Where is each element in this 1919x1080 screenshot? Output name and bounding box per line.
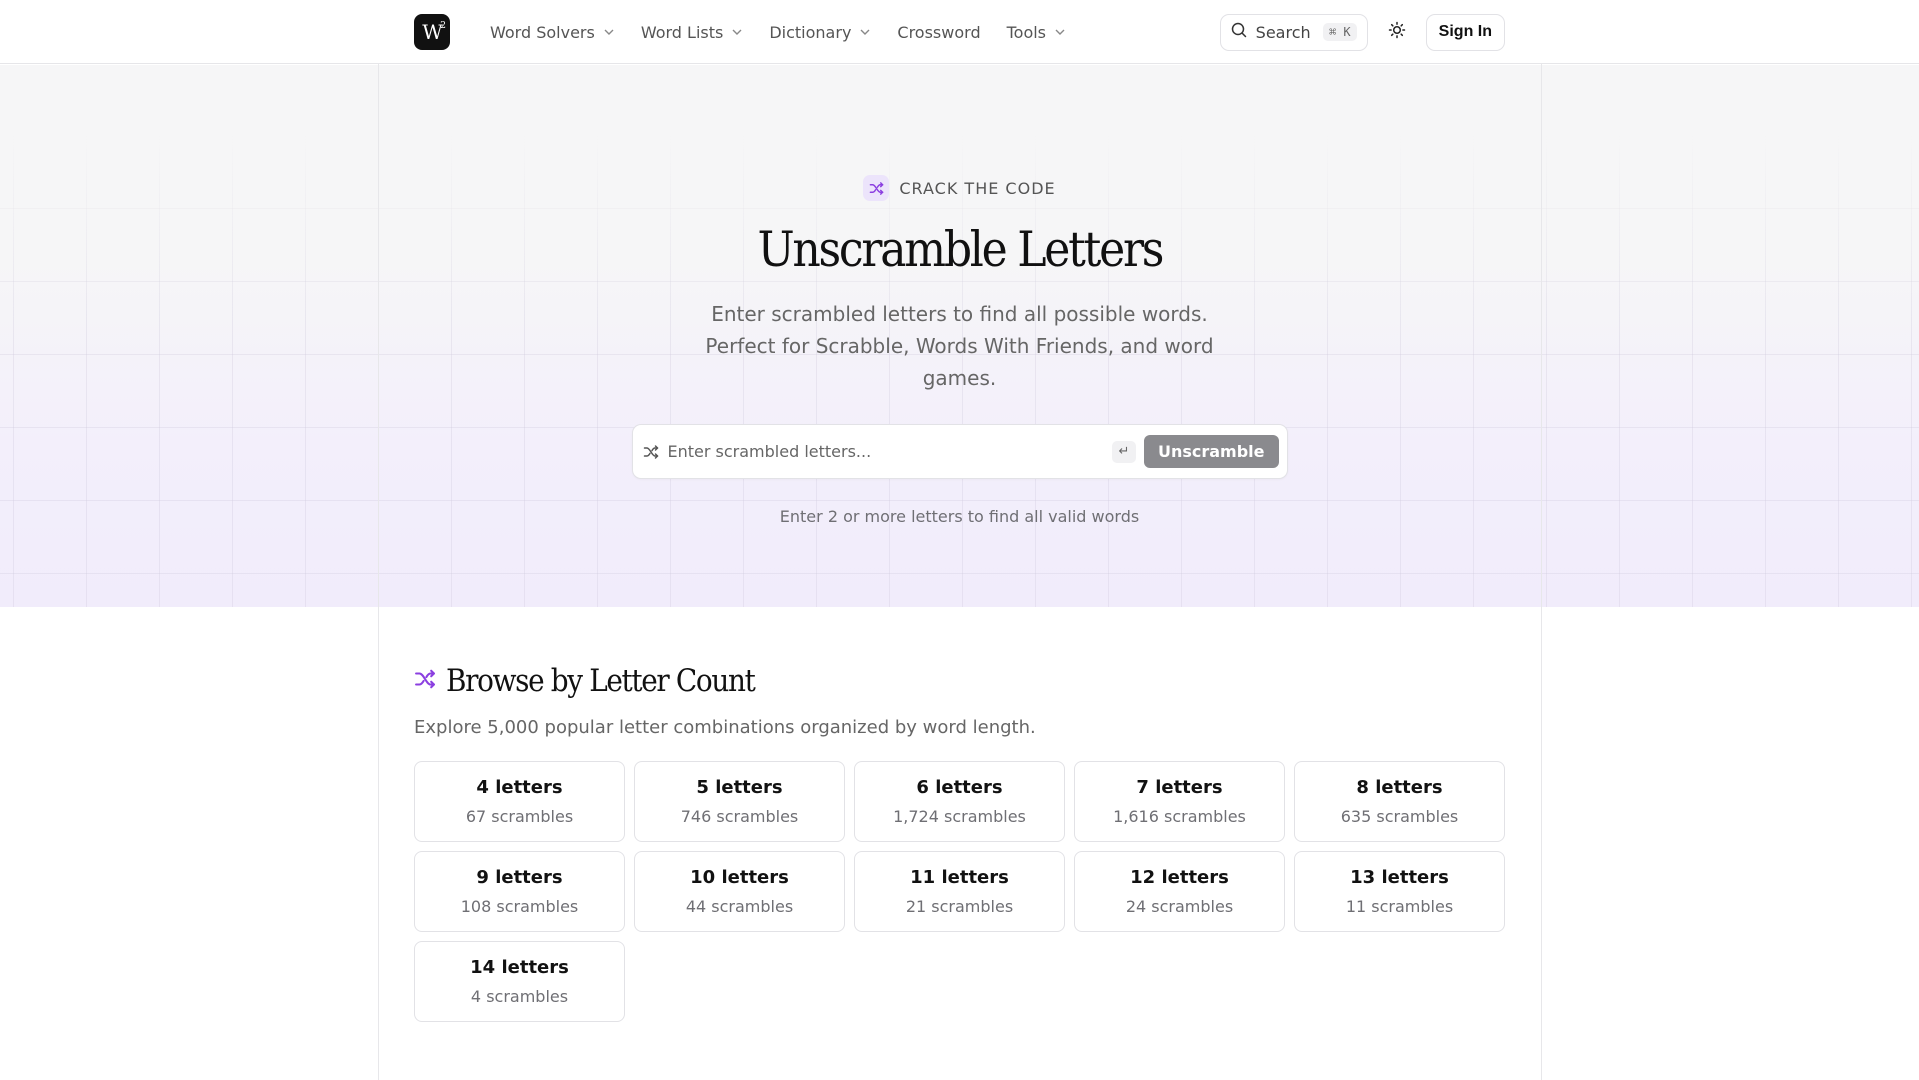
logo[interactable]: W 2: [414, 14, 450, 50]
letter-count-card[interactable]: 7 letters 1,616 scrambles: [1074, 761, 1285, 842]
card-count: 635 scrambles: [1340, 807, 1459, 826]
chevron-down-icon: [859, 26, 871, 38]
card-title: 5 letters: [696, 777, 783, 798]
header-inner: W 2 Word Solvers Word Lists Dictionary C…: [378, 0, 1541, 64]
card-count: 4 scrambles: [470, 987, 569, 1006]
sign-in-button[interactable]: Sign In: [1425, 13, 1505, 51]
frame-line-right: [1541, 0, 1542, 1080]
card-count: 21 scrambles: [905, 897, 1014, 916]
hero-section: CRACK THE CODE Unscramble Letters Enter …: [0, 65, 1919, 607]
search-button[interactable]: Search ⌘ K: [1219, 13, 1368, 51]
letter-count-card[interactable]: 6 letters 1,724 scrambles: [854, 761, 1065, 842]
site-header: W 2 Word Solvers Word Lists Dictionary C…: [0, 0, 1919, 64]
shuffle-icon: [414, 668, 436, 694]
card-title: 4 letters: [476, 777, 563, 798]
search-label: Search: [1255, 22, 1311, 42]
shuffle-icon: [863, 175, 890, 201]
chevron-down-icon: [603, 26, 615, 38]
frame-line-left: [378, 0, 379, 1080]
enter-key-icon: ↵: [1111, 440, 1136, 463]
nav-item-word-lists[interactable]: Word Lists: [641, 23, 744, 42]
letter-count-card[interactable]: 12 letters 24 scrambles: [1074, 851, 1285, 932]
card-count: 1,616 scrambles: [1113, 807, 1246, 826]
browse-description: Explore 5,000 popular letter combination…: [414, 717, 1036, 738]
letter-count-card[interactable]: 4 letters 67 scrambles: [414, 761, 625, 842]
page-title: Unscramble Letters: [757, 221, 1164, 278]
nav-item-dictionary[interactable]: Dictionary: [769, 23, 871, 42]
card-title: 11 letters: [910, 867, 1009, 888]
hero-subtitle: Enter scrambled letters to find all poss…: [705, 302, 1214, 390]
nav-label: Word Solvers: [490, 22, 595, 42]
card-title: 8 letters: [1356, 777, 1443, 798]
nav-label: Crossword: [897, 22, 981, 42]
header-actions: Search ⌘ K Sign In: [1219, 13, 1505, 51]
shuffle-icon: [643, 444, 659, 460]
card-title: 7 letters: [1136, 777, 1223, 798]
letter-count-card[interactable]: 11 letters 21 scrambles: [854, 851, 1065, 932]
hero-content: CRACK THE CODE Unscramble Letters Enter …: [0, 65, 1919, 526]
logo-text: W: [422, 20, 443, 44]
card-title: 14 letters: [470, 957, 569, 978]
eyebrow-text: CRACK THE CODE: [899, 178, 1056, 198]
letter-count-card[interactable]: 5 letters 746 scrambles: [634, 761, 845, 842]
unscramble-button[interactable]: Unscramble: [1143, 435, 1279, 468]
search-shortcut: ⌘ K: [1322, 23, 1357, 41]
card-title: 13 letters: [1350, 867, 1449, 888]
letter-count-card[interactable]: 10 letters 44 scrambles: [634, 851, 845, 932]
card-count: 44 scrambles: [685, 897, 794, 916]
nav-label: Tools: [1006, 22, 1047, 42]
card-title: 9 letters: [476, 867, 563, 888]
browse-section: Browse by Letter Count Explore 5,000 pop…: [414, 608, 1506, 1022]
letters-input[interactable]: [658, 442, 1112, 461]
card-count: 746 scrambles: [680, 807, 799, 826]
theme-toggle-button[interactable]: [1386, 21, 1408, 43]
nav-item-tools[interactable]: Tools: [1007, 23, 1066, 42]
card-count: 11 scrambles: [1345, 897, 1454, 916]
browse-heading: Browse by Letter Count: [414, 663, 1506, 699]
nav-item-crossword[interactable]: Crossword: [897, 23, 980, 42]
letter-count-grid: 4 letters 67 scrambles 5 letters 746 scram…: [414, 761, 1506, 1022]
unscramble-form: ↵ Unscramble: [631, 424, 1288, 479]
hero-eyebrow: CRACK THE CODE: [863, 175, 1055, 201]
letter-count-card[interactable]: 13 letters 11 scrambles: [1294, 851, 1505, 932]
search-icon: [1231, 22, 1247, 42]
card-title: 6 letters: [916, 777, 1003, 798]
card-count: 108 scrambles: [460, 897, 579, 916]
nav-label: Word Lists: [640, 22, 724, 42]
logo-superscript: 2: [440, 21, 446, 31]
card-count: 67 scrambles: [465, 807, 574, 826]
letter-count-card[interactable]: 14 letters 4 scrambles: [414, 941, 625, 1022]
browse-title: Browse by Letter Count: [446, 663, 756, 699]
input-hint: Enter 2 or more letters to find all vali…: [779, 507, 1140, 526]
card-count: 1,724 scrambles: [893, 807, 1026, 826]
card-title: 10 letters: [690, 867, 789, 888]
chevron-down-icon: [1054, 26, 1066, 38]
card-title: 12 letters: [1130, 867, 1229, 888]
letter-count-card[interactable]: 9 letters 108 scrambles: [414, 851, 625, 932]
card-count: 24 scrambles: [1125, 897, 1234, 916]
chevron-down-icon: [731, 26, 743, 38]
main-nav: Word Solvers Word Lists Dictionary Cross…: [490, 23, 1066, 42]
nav-item-word-solvers[interactable]: Word Solvers: [490, 23, 615, 42]
letter-count-card[interactable]: 8 letters 635 scrambles: [1294, 761, 1505, 842]
nav-label: Dictionary: [769, 22, 852, 42]
sun-icon: [1388, 21, 1406, 43]
